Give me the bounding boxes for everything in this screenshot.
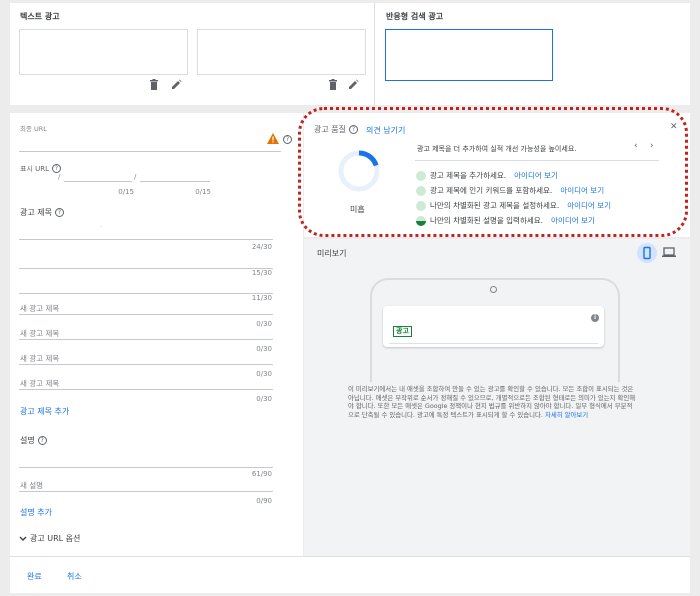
new-headline-field[interactable]: 새 광고 제목 (20, 353, 59, 364)
responsive-ad-title: 반응형 검색 광고 (386, 12, 444, 21)
info-icon[interactable]: i (591, 314, 599, 322)
description-underline-2 (19, 491, 273, 492)
delete-icon[interactable] (149, 79, 159, 90)
ad-form-panel: 최종 URL ? 표시 URL? / / 0/15 0/15 광고 제목? . … (10, 113, 303, 556)
path1-underline (64, 181, 132, 182)
delete-icon[interactable] (328, 79, 338, 90)
display-path-separator: / (58, 173, 61, 181)
display-path-separator: / (134, 173, 137, 181)
ad-preview-card: 광고 i (383, 306, 604, 347)
description-help-icon[interactable]: ? (37, 436, 47, 445)
mobile-view-button[interactable] (637, 243, 657, 263)
final-url-input[interactable] (19, 129, 281, 151)
url-options-label: 광고 URL 옵션 (30, 534, 81, 543)
description-underline-1 (19, 467, 273, 468)
new-headline-field[interactable]: 새 광고 제목 (20, 328, 59, 339)
display-url-label: 표시 URL? (20, 164, 61, 174)
url-options-toggle[interactable]: 광고 URL 옵션 (19, 533, 80, 544)
add-headline-link[interactable]: 광고 제목 추가 (20, 406, 69, 417)
description-input-1[interactable] (19, 451, 273, 467)
headline-underline-6 (19, 364, 273, 365)
disclaimer-text: 이 미리보기에서는 내 애셋을 조합하여 만들 수 있는 광고를 확인할 수 있… (348, 385, 636, 419)
laptop-icon[interactable] (662, 246, 676, 258)
learn-more-link[interactable]: 자세히 알아보기 (545, 411, 588, 419)
text-ad-thumbnail-1[interactable] (19, 29, 188, 75)
smartphone-icon (643, 246, 651, 260)
cancel-button[interactable]: 취소 (67, 571, 82, 582)
headline-underline-5 (19, 339, 273, 340)
footer-bar: 완료 취소 (10, 556, 690, 593)
headline-counter-6: 0/30 (256, 370, 272, 378)
ad-card-divider (389, 343, 598, 344)
description-counter-2: 0/90 (256, 497, 272, 505)
chevron-down-icon (19, 536, 27, 541)
path2-underline (140, 181, 210, 182)
headline-input-3[interactable] (19, 279, 273, 293)
ad-badge: 광고 (393, 326, 412, 337)
headline-underline-7 (19, 389, 273, 390)
path2-counter: 0/15 (195, 188, 211, 196)
new-headline-field[interactable]: 새 광고 제목 (20, 378, 59, 389)
text-ad-thumbnail-2[interactable] (197, 29, 366, 75)
edit-icon[interactable] (348, 79, 359, 90)
description-label: 설명? (20, 435, 47, 446)
final-url-help-icon[interactable]: ? (283, 135, 292, 144)
top-ad-type-card: 텍스트 광고 반응형 검색 광고 (10, 3, 690, 105)
highlight-annotation (298, 107, 688, 237)
headlines-label: 광고 제목? (20, 207, 64, 218)
headline-input-2[interactable] (19, 253, 273, 269)
warning-icon (267, 133, 279, 144)
preview-disclaimer: 이 미리보기에서는 내 애셋을 조합하여 만들 수 있는 광고를 확인할 수 있… (348, 385, 638, 419)
responsive-ad-thumbnail[interactable] (385, 29, 553, 81)
display-url-help-icon[interactable]: ? (52, 164, 61, 173)
headline-counter-7: 0/30 (256, 395, 272, 403)
headline-underline-4 (19, 314, 273, 315)
headlines-help-icon[interactable]: ? (54, 208, 64, 217)
headline-counter-5: 0/30 (256, 345, 272, 353)
preview-panel: 미리보기 광고 i 이 미리보기에서는 내 애셋을 조합하여 만들 수 있는 광… (304, 239, 690, 556)
path1-input[interactable] (64, 171, 134, 181)
path2-input[interactable] (140, 171, 210, 181)
headline-input-1[interactable] (19, 223, 273, 239)
preview-title: 미리보기 (317, 249, 347, 258)
final-url-underline (19, 151, 281, 152)
phone-camera (490, 286, 497, 293)
headline-underline-1 (19, 239, 273, 240)
new-description-field[interactable]: 새 설명 (20, 480, 43, 491)
headline-counter-1: 24/30 (251, 243, 272, 251)
text-ad-title: 텍스트 광고 (20, 12, 60, 21)
headline-counter-4: 0/30 (256, 320, 272, 328)
headline-counter-3: 11/30 (251, 294, 272, 302)
edit-icon[interactable] (171, 79, 182, 90)
add-description-link[interactable]: 설명 추가 (20, 507, 52, 518)
headline-counter-2: 15/30 (251, 269, 272, 277)
new-headline-field[interactable]: 새 광고 제목 (20, 303, 59, 314)
vertical-divider (374, 3, 375, 105)
description-counter-1: 61/90 (251, 470, 272, 478)
done-button[interactable]: 완료 (27, 571, 42, 582)
path1-counter: 0/15 (118, 188, 134, 196)
